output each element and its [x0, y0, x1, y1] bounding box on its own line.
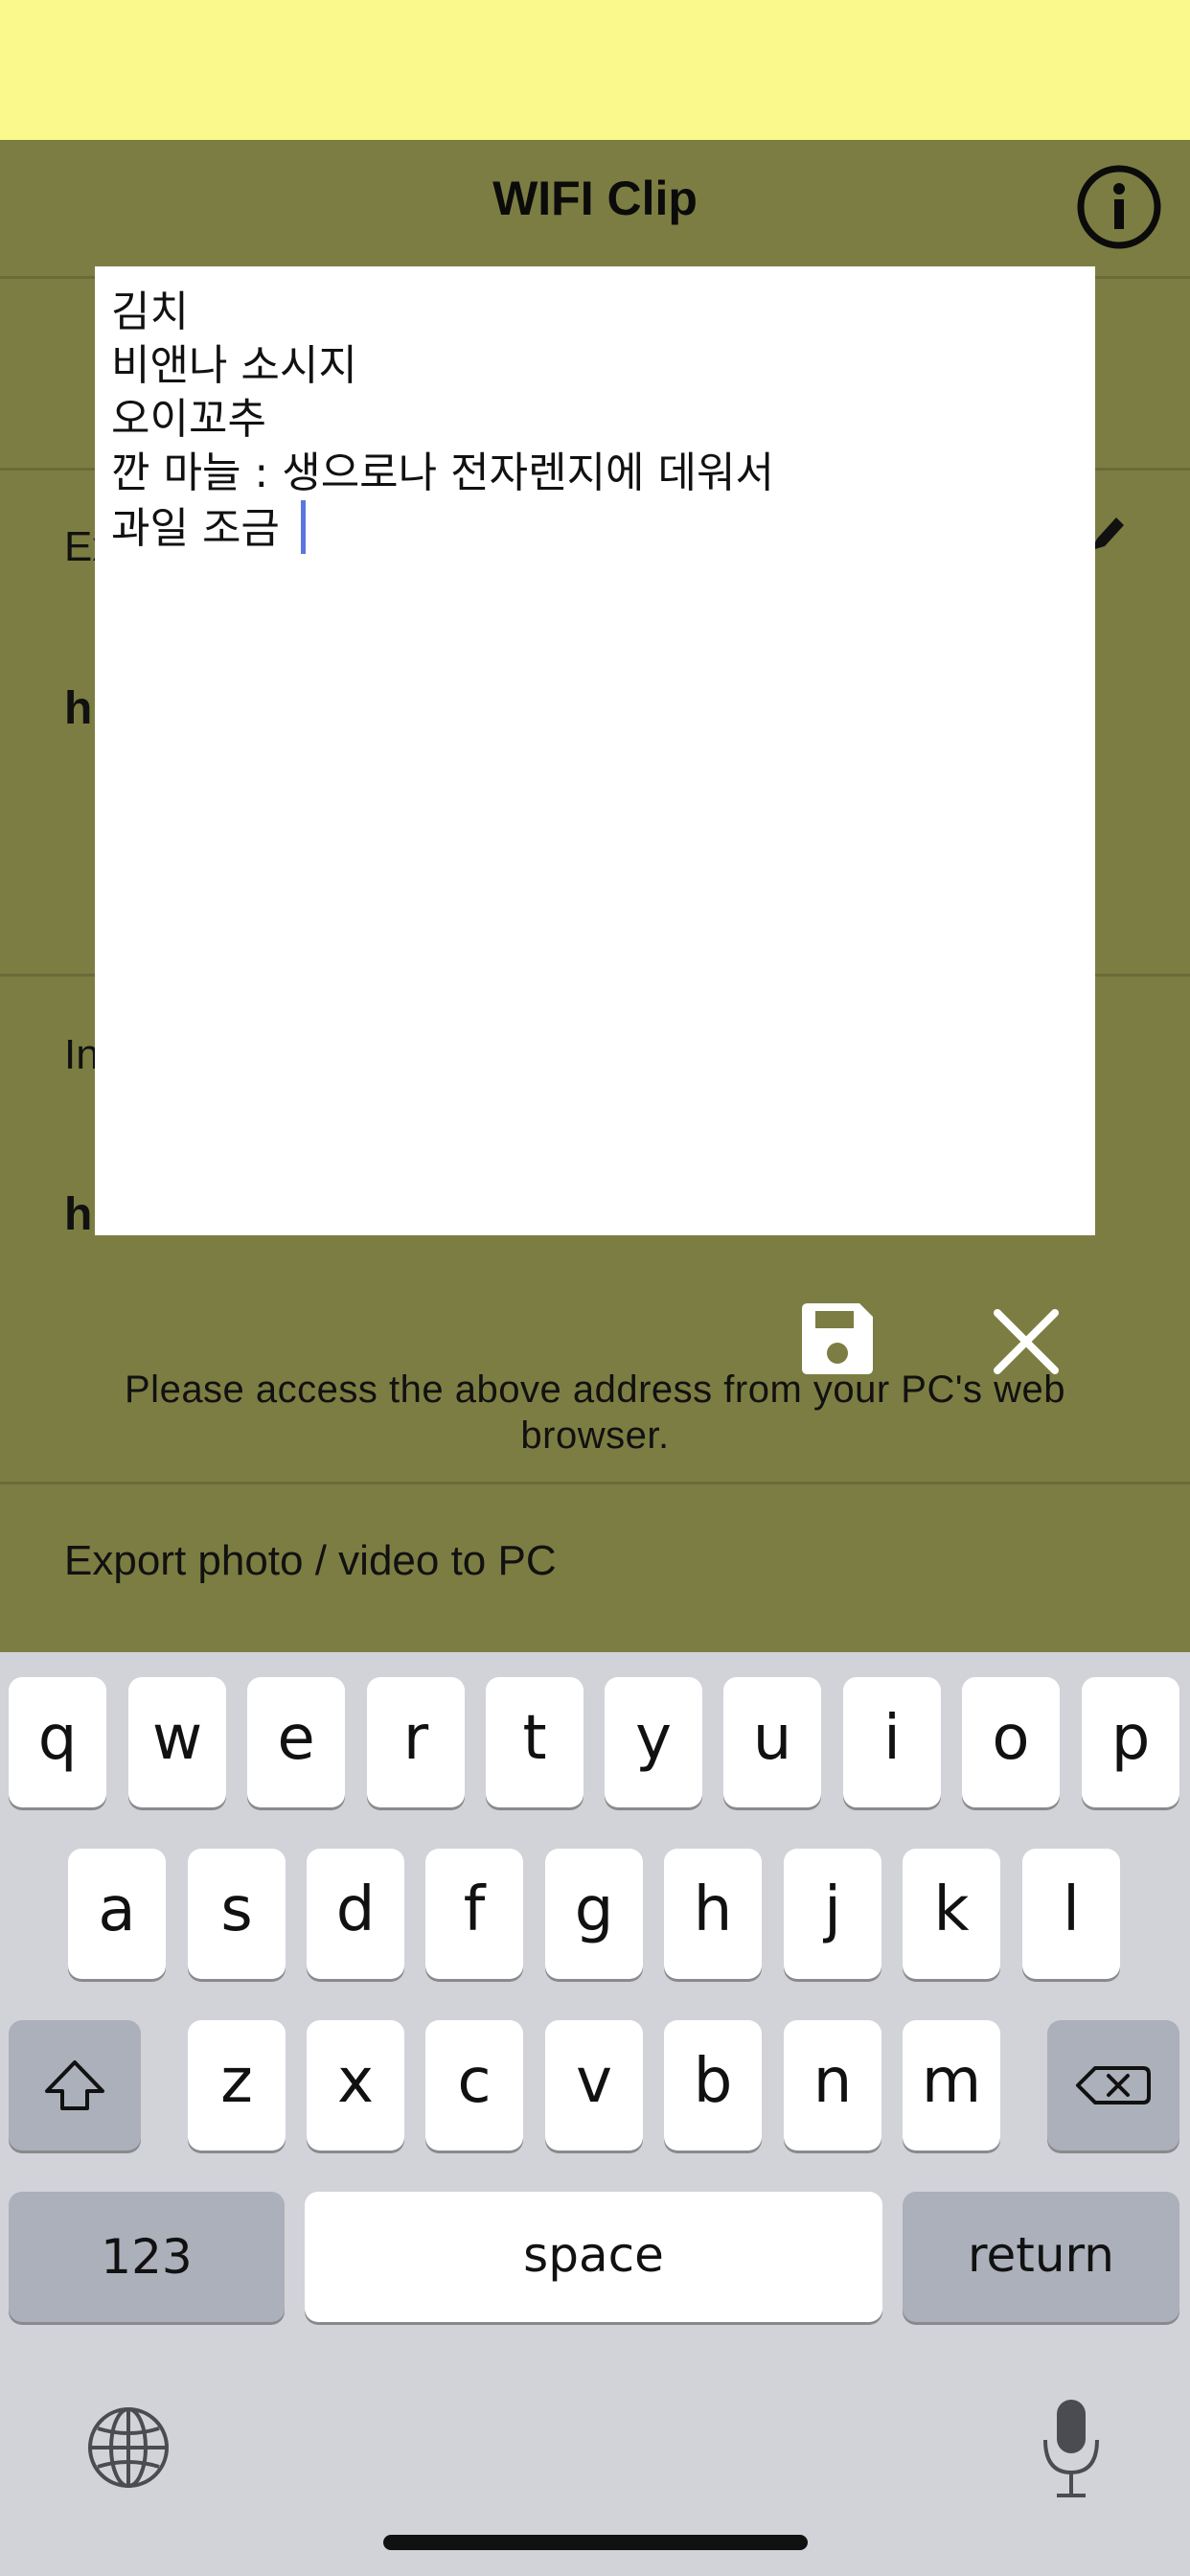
key-v[interactable]: v [545, 2020, 643, 2150]
key-t[interactable]: t [486, 1677, 584, 1807]
key-x[interactable]: x [307, 2020, 404, 2150]
key-n[interactable]: n [784, 2020, 881, 2150]
space-key[interactable]: space [305, 2192, 882, 2322]
editor-content[interactable]: 김치비앤나 소시지오이꼬추 깐 마늘 : 생으로나 전자렌지에 데워서과일 조금 [111, 286, 1079, 556]
key-p[interactable]: p [1082, 1677, 1179, 1807]
editor-line: 김치 [111, 288, 189, 336]
export-media-item[interactable]: Export photo / video to PC [64, 1537, 557, 1585]
key-j[interactable]: j [784, 1849, 881, 1979]
microphone-icon[interactable] [1040, 2396, 1103, 2501]
text-cursor [300, 500, 306, 554]
key-u[interactable]: u [723, 1677, 821, 1807]
shift-key[interactable] [9, 2020, 141, 2150]
editor-line: 비앤나 소시지 [111, 341, 357, 390]
key-g[interactable]: g [545, 1849, 643, 1979]
editor-line: 오이꼬추 [111, 395, 266, 444]
key-f[interactable]: f [425, 1849, 523, 1979]
key-s[interactable]: s [188, 1849, 286, 1979]
key-q[interactable]: q [9, 1677, 106, 1807]
app-title: WIFI Clip [492, 172, 698, 225]
shift-icon [45, 2060, 104, 2110]
key-b[interactable]: b [664, 2020, 762, 2150]
backspace-key[interactable] [1047, 2020, 1179, 2150]
globe-icon[interactable] [86, 2405, 171, 2490]
key-o[interactable]: o [962, 1677, 1060, 1807]
backspace-icon [1076, 2066, 1151, 2104]
help-text: Please access the above address from you… [125, 1368, 1065, 1457]
key-c[interactable]: c [425, 2020, 523, 2150]
key-z[interactable]: z [188, 2020, 286, 2150]
key-a[interactable]: a [68, 1849, 166, 1979]
key-h[interactable]: h [664, 1849, 762, 1979]
key-r[interactable]: r [367, 1677, 465, 1807]
key-y[interactable]: y [605, 1677, 702, 1807]
status-bar [0, 0, 1190, 140]
return-key[interactable]: return [903, 2192, 1179, 2322]
key-d[interactable]: d [307, 1849, 404, 1979]
key-w[interactable]: w [128, 1677, 226, 1807]
import-url: h [64, 1189, 93, 1240]
export-url: h [64, 683, 93, 734]
key-k[interactable]: k [903, 1849, 1000, 1979]
editor-line: 과일 조금 [111, 504, 293, 553]
numbers-key[interactable]: 123 [9, 2192, 285, 2322]
divider [0, 1482, 1190, 1484]
key-m[interactable]: m [903, 2020, 1000, 2150]
key-e[interactable]: e [247, 1677, 345, 1807]
home-indicator [383, 2535, 808, 2550]
editor-line: 깐 마늘 : 생으로나 전자렌지에 데워서 [111, 448, 774, 497]
key-i[interactable]: i [843, 1677, 941, 1807]
key-l[interactable]: l [1022, 1849, 1120, 1979]
info-icon[interactable] [1076, 164, 1162, 250]
